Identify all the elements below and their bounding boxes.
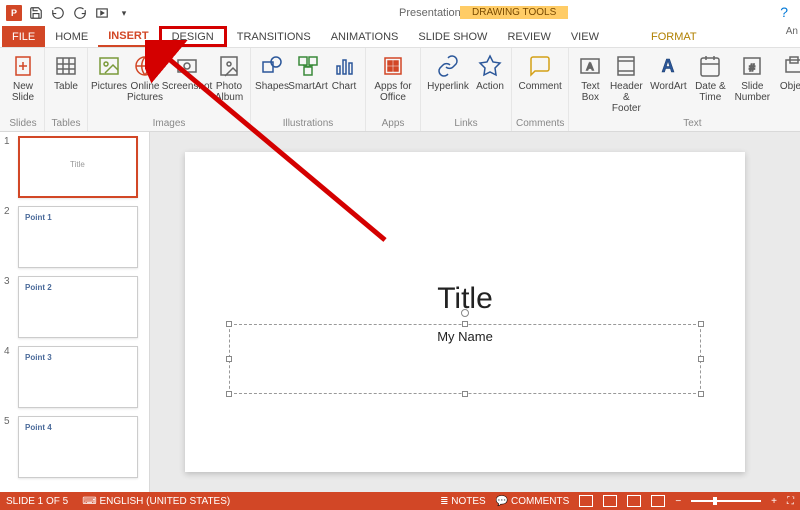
tab-home[interactable]: HOME — [45, 26, 98, 47]
thumbnail-1[interactable]: 1 Title — [4, 136, 145, 198]
svg-text:A: A — [587, 62, 594, 73]
date-time-button[interactable]: Date & Time — [693, 50, 727, 116]
user-hint: An — [786, 26, 798, 37]
group-illustrations: Shapes SmartArt Chart Illustrations — [251, 48, 366, 131]
zoom-in-icon[interactable]: + — [771, 496, 777, 507]
comments-button[interactable]: 💬 COMMENTS — [496, 496, 570, 507]
resize-handle-icon[interactable] — [462, 321, 468, 327]
slide-thumbnail-pane[interactable]: 1 Title 2 Point 1 3 Point 2 4 Point 3 5 … — [0, 132, 150, 492]
redo-icon[interactable] — [72, 5, 88, 21]
header-footer-button[interactable]: Header & Footer — [609, 50, 643, 116]
thumbnail-2[interactable]: 2 Point 1 — [4, 206, 145, 268]
help-icon[interactable]: ? — [780, 4, 788, 20]
group-comments: Comment Comments — [512, 48, 569, 131]
fit-to-window-icon[interactable]: ⛶ — [787, 496, 794, 507]
apps-for-office-button[interactable]: Apps for Office — [370, 50, 416, 105]
table-button[interactable]: Table — [49, 50, 83, 94]
resize-handle-icon[interactable] — [462, 391, 468, 397]
workspace: 1 Title 2 Point 1 3 Point 2 4 Point 3 5 … — [0, 132, 800, 492]
undo-icon[interactable] — [50, 5, 66, 21]
group-apps-label: Apps — [382, 118, 405, 129]
start-from-beginning-icon[interactable] — [94, 5, 110, 21]
group-tables-label: Tables — [52, 118, 81, 129]
tab-transitions[interactable]: TRANSITIONS — [227, 26, 321, 47]
language-indicator[interactable]: ⌨ ENGLISH (UNITED STATES) — [82, 496, 230, 507]
wordart-button[interactable]: AWordArt — [645, 50, 691, 116]
save-icon[interactable] — [28, 5, 44, 21]
powerpoint-icon: P — [6, 5, 22, 21]
svg-text:A: A — [662, 56, 675, 76]
thumbnail-3[interactable]: 3 Point 2 — [4, 276, 145, 338]
svg-text:#: # — [750, 63, 756, 74]
hyperlink-button[interactable]: Hyperlink — [425, 50, 471, 94]
slide-counter[interactable]: SLIDE 1 OF 5 — [6, 496, 68, 507]
zoom-slider[interactable] — [691, 500, 761, 502]
tab-animations[interactable]: ANIMATIONS — [321, 26, 409, 47]
tab-slideshow[interactable]: SLIDE SHOW — [408, 26, 497, 47]
qat-dropdown-icon[interactable]: ▾ — [116, 5, 132, 21]
object-button[interactable]: Object — [777, 50, 800, 116]
notes-button[interactable]: ≣ NOTES — [440, 496, 486, 507]
group-slides: New Slide Slides — [2, 48, 45, 131]
slide[interactable]: Title My Name — [185, 152, 745, 472]
resize-handle-icon[interactable] — [226, 391, 232, 397]
title-bar: P ▾ Presentation1 - PowerPoint DRAWING T… — [0, 0, 800, 26]
normal-view-icon[interactable] — [579, 495, 593, 507]
slide-number-button[interactable]: #Slide Number — [729, 50, 775, 116]
subtitle-textbox-selected[interactable]: My Name — [229, 324, 701, 394]
slide-sorter-view-icon[interactable] — [603, 495, 617, 507]
action-button[interactable]: Action — [473, 50, 507, 94]
group-images-label: Images — [153, 118, 186, 129]
group-apps: Apps for Office Apps — [366, 48, 421, 131]
new-slide-button[interactable]: New Slide — [6, 50, 40, 105]
photo-album-button[interactable]: Photo Album — [212, 50, 246, 105]
text-box-button[interactable]: AText Box — [573, 50, 607, 116]
reading-view-icon[interactable] — [627, 495, 641, 507]
tab-view[interactable]: VIEW — [561, 26, 609, 47]
thumbnail-5[interactable]: 5 Point 4 — [4, 416, 145, 478]
resize-handle-icon[interactable] — [226, 321, 232, 327]
resize-handle-icon[interactable] — [698, 356, 704, 362]
group-images: Pictures Online Pictures Screenshot Phot… — [88, 48, 251, 131]
chart-button[interactable]: Chart — [327, 50, 361, 94]
online-pictures-button[interactable]: Online Pictures — [128, 50, 162, 105]
tab-format[interactable]: FORMAT — [641, 26, 707, 47]
contextual-tab-label: DRAWING TOOLS — [460, 6, 568, 19]
resize-handle-icon[interactable] — [698, 321, 704, 327]
group-text-label: Text — [683, 118, 701, 129]
group-links: Hyperlink Action Links — [421, 48, 512, 131]
rotate-handle-icon[interactable] — [461, 309, 469, 317]
tab-review[interactable]: REVIEW — [497, 26, 560, 47]
group-links-label: Links — [454, 118, 477, 129]
zoom-out-icon[interactable]: − — [675, 496, 681, 507]
group-slides-label: Slides — [9, 118, 36, 129]
shapes-button[interactable]: Shapes — [255, 50, 289, 94]
tab-design[interactable]: DESIGN — [159, 26, 227, 47]
group-illustrations-label: Illustrations — [283, 118, 334, 129]
ribbon: New Slide Slides Table Tables Pictures O… — [0, 48, 800, 132]
thumbnail-4[interactable]: 4 Point 3 — [4, 346, 145, 408]
slide-subtitle-text: My Name — [437, 329, 493, 344]
quick-access-toolbar: P ▾ — [0, 5, 132, 21]
ribbon-tabs: FILE HOME INSERT DESIGN TRANSITIONS ANIM… — [0, 26, 800, 48]
pictures-button[interactable]: Pictures — [92, 50, 126, 105]
status-bar: SLIDE 1 OF 5 ⌨ ENGLISH (UNITED STATES) ≣… — [0, 492, 800, 510]
resize-handle-icon[interactable] — [698, 391, 704, 397]
group-comments-label: Comments — [516, 118, 564, 129]
resize-handle-icon[interactable] — [226, 356, 232, 362]
comment-button[interactable]: Comment — [517, 50, 563, 94]
slideshow-view-icon[interactable] — [651, 495, 665, 507]
tab-insert[interactable]: INSERT — [98, 26, 158, 47]
slide-canvas[interactable]: Title My Name — [150, 132, 800, 492]
group-tables: Table Tables — [45, 48, 88, 131]
screenshot-button[interactable]: Screenshot — [164, 50, 210, 105]
group-text: AText Box Header & Footer AWordArt Date … — [569, 48, 800, 131]
smartart-button[interactable]: SmartArt — [291, 50, 325, 94]
tab-file[interactable]: FILE — [2, 26, 45, 47]
